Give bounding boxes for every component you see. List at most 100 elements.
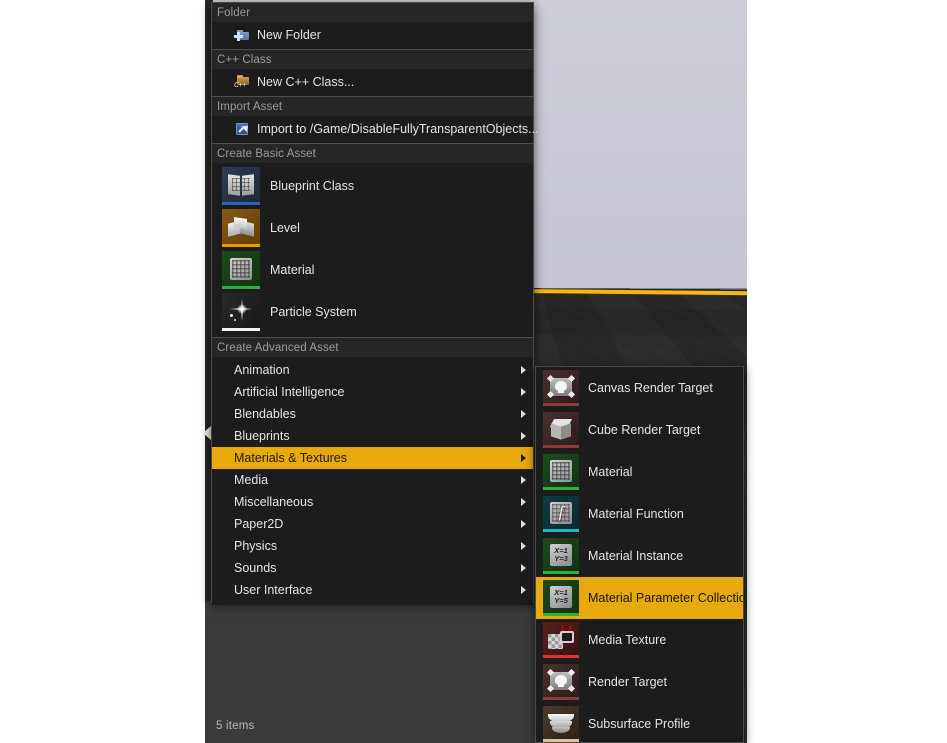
level-icon (222, 209, 260, 247)
material-function-icon: f (543, 496, 579, 532)
menu-item-label: Canvas Render Target (588, 381, 713, 395)
menu-item-label: Subsurface Profile (588, 717, 691, 731)
section-header-folder: Folder (212, 3, 533, 22)
menu-item-label: Material (588, 465, 633, 479)
menu-item-import-to-game[interactable]: Import to /Game/DisableFullyTransparentO… (212, 118, 539, 139)
submenu-item-physics[interactable]: Physics (212, 535, 533, 557)
submenu-item-blueprints[interactable]: Blueprints (212, 425, 533, 447)
menu-item-label: Media (234, 473, 269, 487)
chevron-right-icon (521, 586, 526, 594)
mpc-icon-y-text: Y=5 (554, 595, 568, 605)
menu-item-label: Media Texture (588, 633, 667, 647)
menu-item-label: Physics (234, 539, 278, 553)
blueprint-class-icon (222, 167, 260, 205)
new-folder-icon (234, 27, 250, 43)
menu-item-label: Sounds (234, 561, 277, 575)
submenu-item-subsurface-profile[interactable]: Subsurface Profile (536, 703, 743, 742)
menu-item-label: Blueprints (234, 429, 290, 443)
submenu-item-render-target[interactable]: Render Target (536, 661, 743, 703)
menu-item-label: Materials & Textures (234, 451, 348, 465)
menu-item-blueprint-class[interactable]: Blueprint Class (212, 165, 533, 207)
menu-item-label: Material Parameter Collection (588, 591, 744, 605)
submenu-item-materials-and-textures[interactable]: Materials & Textures (212, 447, 533, 469)
mi-icon-y-text: Y=3 (554, 553, 568, 563)
menu-item-material[interactable]: Material (212, 249, 533, 291)
submenu-item-animation[interactable]: Animation (212, 359, 533, 381)
chevron-right-icon (521, 410, 526, 418)
menu-item-label: User Interface (234, 583, 313, 597)
chevron-right-icon (521, 542, 526, 550)
submenu-item-material-instance[interactable]: X=1 Y=3 Material Instance (536, 535, 743, 577)
content-browser-panel[interactable] (205, 600, 535, 743)
menu-item-label: Material (270, 263, 315, 277)
material-icon (543, 454, 579, 490)
item-count-label: 5 items (216, 720, 255, 732)
menu-item-label: New Folder (257, 27, 321, 42)
import-icon (234, 121, 250, 137)
chevron-right-icon (521, 564, 526, 572)
menu-item-label: Paper2D (234, 517, 284, 531)
page-right-margin (747, 0, 947, 743)
menu-item-level[interactable]: Level (212, 207, 533, 249)
menu-item-label: Animation (234, 363, 290, 377)
menu-item-new-folder[interactable]: New Folder (212, 24, 533, 45)
render-target-icon (543, 664, 579, 700)
menu-item-label: Material Instance (588, 549, 684, 563)
menu-item-label: Cube Render Target (588, 423, 701, 437)
cube-render-target-icon (543, 412, 579, 448)
section-body-folder: New Folder (212, 22, 533, 49)
menu-item-particle-system[interactable]: Particle System (212, 291, 533, 333)
section-header-cpp-class: C++ Class (212, 49, 533, 69)
materials-and-textures-submenu[interactable]: Canvas Render Target Cube Render Target … (535, 366, 744, 743)
submenu-item-media[interactable]: Media (212, 469, 533, 491)
menu-item-label: Render Target (588, 675, 667, 689)
subsurface-profile-icon (543, 706, 579, 742)
canvas-render-target-icon (543, 370, 579, 406)
menu-item-label: Particle System (270, 305, 357, 319)
submenu-item-material[interactable]: Material (536, 451, 743, 493)
material-icon (222, 251, 260, 289)
media-texture-icon (543, 622, 579, 658)
screen-root: 5 items Folder New Folder C++ Class C++ (0, 0, 947, 743)
menu-item-label: New C++ Class... (257, 74, 355, 89)
submenu-item-user-interface[interactable]: User Interface (212, 579, 533, 601)
section-header-create-basic-asset: Create Basic Asset (212, 143, 533, 163)
menu-item-label: Import to /Game/DisableFullyTransparentO… (257, 121, 539, 136)
submenu-item-blendables[interactable]: Blendables (212, 403, 533, 425)
section-header-import-asset: Import Asset (212, 96, 533, 116)
menu-item-label: Miscellaneous (234, 495, 314, 509)
material-instance-icon: X=1 Y=3 (543, 538, 579, 574)
menu-item-label: Artificial Intelligence (234, 385, 345, 399)
context-menu[interactable]: Folder New Folder C++ Class C++ New C++ … (211, 2, 539, 605)
submenu-item-cube-render-target[interactable]: Cube Render Target (536, 409, 743, 451)
chevron-right-icon (521, 476, 526, 484)
menu-item-label: Blueprint Class (270, 179, 355, 193)
submenu-item-miscellaneous[interactable]: Miscellaneous (212, 491, 533, 513)
cpp-class-icon: C++ (234, 74, 250, 90)
chevron-right-icon (521, 498, 526, 506)
submenu-item-paper2d[interactable]: Paper2D (212, 513, 533, 535)
menu-item-label: Material Function (588, 507, 684, 521)
section-body-create-advanced-asset: Animation Artificial Intelligence Blenda… (212, 357, 533, 605)
submenu-item-sounds[interactable]: Sounds (212, 557, 533, 579)
submenu-item-material-parameter-collection[interactable]: X=1 Y=5 Material Parameter Collection (536, 577, 743, 619)
menu-item-new-cpp-class[interactable]: C++ New C++ Class... (212, 71, 533, 92)
section-body-create-basic-asset: Blueprint Class Level Material Particle … (212, 163, 533, 337)
section-body-import-asset: Import to /Game/DisableFullyTransparentO… (212, 116, 539, 143)
section-body-cpp-class: C++ New C++ Class... (212, 69, 533, 96)
chevron-right-icon (521, 366, 526, 374)
section-header-create-advanced-asset: Create Advanced Asset (212, 337, 533, 357)
submenu-item-canvas-render-target[interactable]: Canvas Render Target (536, 367, 743, 409)
menu-item-label: Level (270, 221, 300, 235)
submenu-item-material-function[interactable]: f Material Function (536, 493, 743, 535)
chevron-right-icon (521, 454, 526, 462)
cpp-icon-text: C++ (234, 81, 246, 89)
submenu-item-media-texture[interactable]: Media Texture (536, 619, 743, 661)
material-parameter-collection-icon: X=1 Y=5 (543, 580, 579, 616)
chevron-right-icon (521, 388, 526, 396)
function-glyph-text: f (558, 503, 564, 521)
chevron-right-icon (521, 520, 526, 528)
menu-item-label: Blendables (234, 407, 296, 421)
submenu-item-artificial-intelligence[interactable]: Artificial Intelligence (212, 381, 533, 403)
chevron-right-icon (521, 432, 526, 440)
